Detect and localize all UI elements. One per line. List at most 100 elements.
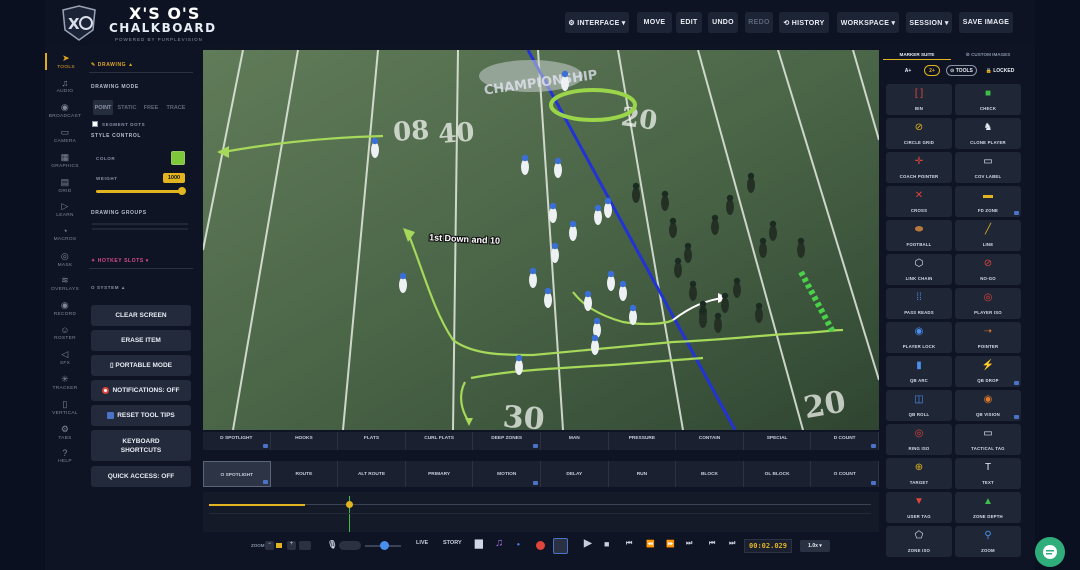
rail-item-camera[interactable]: ▭ CAMERA [45, 127, 85, 144]
record-icon[interactable] [536, 541, 545, 550]
keyboard-shortcuts-button[interactable]: KEYBOARD SHORTCUTS [91, 430, 191, 461]
rail-item-tracker[interactable]: ✳ TRACKER [45, 374, 85, 391]
strip-cell[interactable]: ROUTE [271, 461, 339, 487]
tile-qb-arc[interactable]: ▮ QB ARC [886, 356, 952, 387]
tile-qb-roll[interactable]: ◫ QB ROLL [886, 390, 952, 421]
tile-zoom[interactable]: ⚲ ZOOM [955, 526, 1021, 557]
skip-end-icon[interactable]: ⏭ [686, 540, 692, 548]
timeline-track[interactable] [305, 504, 871, 505]
tile-player-lock[interactable]: ◉ PLAYER LOCK [886, 322, 952, 353]
tile-football[interactable]: ⬬ FOOTBALL [886, 220, 952, 251]
strip-cell[interactable]: SPECIAL [744, 432, 812, 450]
speed-select[interactable]: 1.0x ▾ [800, 540, 830, 552]
zoom-out-button[interactable]: − [265, 541, 274, 550]
tile-cross[interactable]: ✕ CROSS [886, 186, 952, 217]
hotkey-slots-header[interactable]: ✦ HOTKEY SLOTS ▾ [91, 258, 149, 264]
live-button[interactable]: LIVE [416, 540, 428, 546]
folder-icon[interactable]: ▆ [475, 538, 483, 549]
strip-cell[interactable]: O COUNT [811, 461, 879, 487]
strip-cell[interactable]: FLATS [338, 432, 406, 450]
mode-static[interactable]: STATIC [115, 100, 139, 115]
tile-tactical-tag[interactable]: ▭ TACTICAL TAG [955, 424, 1021, 455]
color-swatch[interactable] [171, 151, 185, 165]
pill-a[interactable]: A+ [901, 65, 915, 76]
next-frame-icon[interactable]: ⏭ [729, 540, 735, 548]
history-button[interactable]: ⟲ HISTORY [779, 12, 829, 33]
tab-marker-suite[interactable]: MARKER SUITE [883, 50, 951, 60]
strip-cell[interactable]: MOTION [473, 461, 541, 487]
tab-custom-images[interactable]: ⚙ CUSTOM IMAGES [953, 50, 1023, 60]
move-button[interactable]: MOVE [637, 12, 672, 33]
rail-item-tools[interactable]: ➤ TOOLS [45, 53, 85, 70]
fit-button[interactable] [299, 541, 311, 550]
tile-circle-grid[interactable]: ⊘ CIRCLE GRID [886, 118, 952, 149]
strip-cell[interactable]: PRESSURE [609, 432, 677, 450]
rail-item-roster[interactable]: ☺ ROSTER [45, 325, 85, 341]
rail-item-broadcast[interactable]: ◉ BROADCAST [45, 102, 85, 119]
strip-cell[interactable]: O SPOTLIGHT [203, 461, 271, 487]
mode-free[interactable]: FREE [141, 100, 161, 115]
interface-menu-button[interactable]: ⚙ INTERFACE ▾ [565, 12, 629, 33]
rail-item-tabs[interactable]: ⚙ TABS [45, 424, 85, 441]
drawing-section-header[interactable]: ✎ DRAWING ▲ [91, 62, 134, 68]
tile-link-chain[interactable]: ⬡ LINK CHAIN [886, 254, 952, 285]
segment-dots-checkbox[interactable] [92, 121, 98, 127]
tile-target[interactable]: ⊕ TARGET [886, 458, 952, 489]
reset-tool-tips-button[interactable]: RESET TOOL TIPS [91, 405, 191, 426]
tile-clone-player[interactable]: ♞ CLONE PLAYER [955, 118, 1021, 149]
strip-cell[interactable]: DEEP ZONES [473, 432, 541, 450]
tile-zone-depth[interactable]: ▲ ZONE DEPTH [955, 492, 1021, 523]
save-image-button[interactable]: SAVE IMAGE [959, 12, 1013, 33]
tile-pointer[interactable]: ➝ POINTER [955, 322, 1021, 353]
tile-qb-vision[interactable]: ◉ QB VISION [955, 390, 1021, 421]
strip-cell[interactable]: D SPOTLIGHT [203, 432, 271, 450]
workspace-menu-button[interactable]: WORKSPACE ▾ [837, 12, 899, 33]
music-icon[interactable]: ♫ [495, 537, 503, 549]
rail-item-record[interactable]: ◉ RECORD [45, 300, 85, 317]
tile-text[interactable]: T TEXT [955, 458, 1021, 489]
tile-bin[interactable]: [ ] BIN [886, 84, 952, 115]
rail-item-sfx[interactable]: ◁ SFX [45, 349, 85, 366]
strip-cell[interactable]: OL BLOCK [744, 461, 812, 487]
skip-start-icon[interactable]: ⏮ [626, 540, 632, 548]
rail-item-grid[interactable]: ▤ GRID [45, 177, 85, 194]
pill-2[interactable]: 2+ [924, 65, 940, 76]
rail-item-overlays[interactable]: ≋ OVERLAYS [45, 275, 85, 292]
tile-line[interactable]: ╱ LINE [955, 220, 1021, 251]
mode-icon[interactable] [553, 538, 568, 554]
volume-handle[interactable] [380, 541, 389, 550]
strip-cell[interactable]: RUN [609, 461, 677, 487]
strip-cell[interactable]: CONTAIN [676, 432, 744, 450]
undo-button[interactable]: UNDO [708, 12, 738, 33]
rail-item-learn[interactable]: ▷ LEARN [45, 201, 85, 218]
edit-button[interactable]: EDIT [676, 12, 702, 33]
rewind-icon[interactable]: ⏪ [646, 540, 655, 548]
story-button[interactable]: STORY [443, 540, 462, 546]
strip-cell[interactable]: BLOCK [676, 461, 744, 487]
audio-toggle[interactable] [339, 541, 361, 550]
tile-zone-iso[interactable]: ⬠ ZONE ISO [886, 526, 952, 557]
strip-cell[interactable]: ALT ROUTE [338, 461, 406, 487]
portable-mode-button[interactable]: ▯ PORTABLE MODE [91, 355, 191, 376]
session-menu-button[interactable]: SESSION ▾ [906, 12, 952, 33]
timeline[interactable] [203, 492, 879, 532]
rail-item-graphics[interactable]: ▦ GRAPHICS [45, 152, 85, 169]
tile-coach-pointer[interactable]: ✛ COACH POINTER [886, 152, 952, 183]
tile-no-go[interactable]: ⊘ NO-GO [955, 254, 1021, 285]
weight-slider[interactable] [96, 190, 182, 193]
tile-user-tag[interactable]: ▼ USER TAG [886, 492, 952, 523]
prev-frame-icon[interactable]: ⏮ [709, 540, 715, 548]
rail-item-audio[interactable]: ♫ AUDIO [45, 78, 85, 94]
strip-cell[interactable]: MAN [541, 432, 609, 450]
redo-button[interactable]: REDO [745, 12, 773, 33]
chat-button[interactable] [1035, 537, 1065, 567]
o-system-header[interactable]: O SYSTEM ▲ [91, 285, 126, 290]
tile-cov-label[interactable]: ▭ COV LABEL [955, 152, 1021, 183]
timeline-handle[interactable] [346, 501, 353, 508]
stop-icon[interactable]: ■ [604, 539, 609, 549]
tile-player-iso[interactable]: ◎ PLAYER ISO [955, 288, 1021, 319]
strip-cell[interactable]: D COUNT [811, 432, 879, 450]
tile-fd-zone[interactable]: ▬ FD ZONE [955, 186, 1021, 217]
play-icon[interactable]: ▶ [584, 538, 592, 549]
rail-item-macros[interactable]: ◔ MACROS [45, 226, 85, 242]
